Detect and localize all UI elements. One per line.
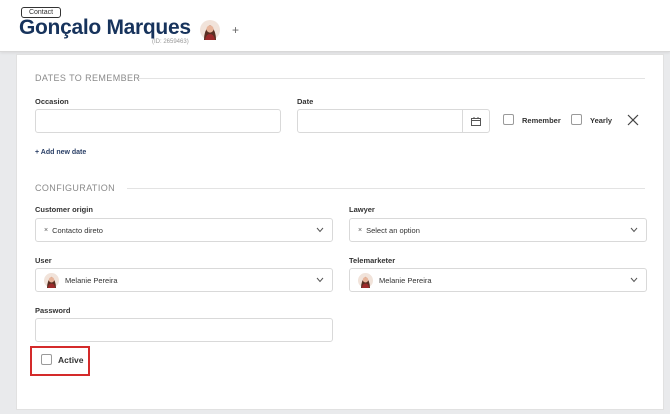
password-label: Password xyxy=(35,306,71,315)
clear-selection-button[interactable]: × xyxy=(358,227,362,234)
lawyer-placeholder: Select an option xyxy=(366,225,420,235)
yearly-checkbox[interactable] xyxy=(571,114,582,125)
clear-selection-button[interactable]: × xyxy=(44,227,48,234)
date-field[interactable] xyxy=(297,109,490,133)
contact-id: (ID: 2659463) xyxy=(152,39,189,45)
customer-origin-select[interactable]: × Contacto direto xyxy=(35,218,333,242)
close-icon[interactable] xyxy=(627,114,639,126)
contact-name: Gonçalo Marques xyxy=(19,16,191,39)
chevron-down-icon xyxy=(630,277,638,283)
lawyer-select[interactable]: × Select an option xyxy=(349,218,647,242)
user-select[interactable]: Melanie Pereira xyxy=(35,268,333,292)
password-input[interactable] xyxy=(36,319,332,341)
contact-header: Contact Gonçalo Marques (ID: 2659463) + xyxy=(0,0,670,52)
contact-form-card: DATES TO REMEMBER Occasion Date Remember… xyxy=(16,54,664,410)
user-label: User xyxy=(35,256,52,265)
customer-origin-label: Customer origin xyxy=(35,205,93,214)
contact-avatar[interactable] xyxy=(200,20,220,40)
telemarketer-label: Telemarketer xyxy=(349,256,396,265)
date-input[interactable] xyxy=(298,110,489,132)
chevron-down-icon xyxy=(316,227,324,233)
occasion-input[interactable] xyxy=(36,110,280,132)
chevron-down-icon xyxy=(630,227,638,233)
calendar-icon xyxy=(471,116,481,126)
section-divider xyxy=(138,78,645,79)
dates-section-title: DATES TO REMEMBER xyxy=(35,73,141,83)
highlight-box xyxy=(30,346,90,376)
telemarketer-select[interactable]: Melanie Pereira xyxy=(349,268,647,292)
configuration-section-title: CONFIGURATION xyxy=(35,183,116,193)
lawyer-label: Lawyer xyxy=(349,205,375,214)
yearly-label: Yearly xyxy=(590,116,613,125)
add-button[interactable]: + xyxy=(232,24,239,36)
section-divider xyxy=(127,188,645,189)
user-value: Melanie Pereira xyxy=(65,275,118,285)
remember-checkbox[interactable] xyxy=(503,114,514,125)
telemarketer-value: Melanie Pereira xyxy=(379,275,432,285)
date-picker-button[interactable] xyxy=(462,110,489,132)
avatar xyxy=(358,272,373,288)
occasion-label: Occasion xyxy=(35,97,69,106)
password-field[interactable] xyxy=(35,318,333,342)
avatar xyxy=(44,272,59,288)
add-new-date-link[interactable]: + Add new date xyxy=(35,149,86,156)
date-label: Date xyxy=(297,97,314,106)
occasion-field[interactable] xyxy=(35,109,281,133)
remember-label: Remember xyxy=(522,116,561,125)
customer-origin-value: Contacto direto xyxy=(52,225,103,235)
chevron-down-icon xyxy=(316,277,324,283)
